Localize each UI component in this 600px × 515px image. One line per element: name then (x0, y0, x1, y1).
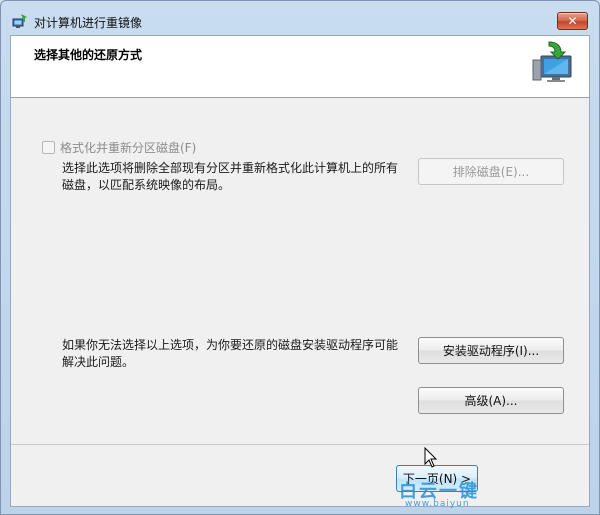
driver-description-line: 如果你无法选择以上选项，为你要还原的磁盘安装驱动程序可能 (62, 338, 399, 352)
format-description-line: 选择此选项将删除全部现有分区并重新格式化此计算机上的所有 (62, 161, 399, 175)
close-button[interactable]: ✕ (557, 12, 588, 30)
watermark-url: www.baiyun (405, 499, 470, 509)
format-disks-label: 格式化并重新分区磁盘(F) (60, 141, 197, 155)
page-header: 选择其他的还原方式 (11, 36, 589, 98)
driver-description: 如果你无法选择以上选项，为你要还原的磁盘安装驱动程序可能 解决此问题。 (62, 337, 398, 371)
format-disks-checkbox (42, 141, 55, 154)
exclude-disks-button: 排除磁盘(E)... (418, 158, 564, 185)
watermark-logo: 白云一键 www.baiyun (399, 477, 509, 511)
driver-description-line: 解决此问题。 (62, 355, 135, 369)
computer-restore-icon (532, 41, 572, 82)
restore-dialog-window: 对计算机进行重镜像 ✕ 选择其他的还原方式 格式化并重新分区磁盘(F) 选择此选… (0, 0, 600, 515)
mouse-cursor-icon (424, 447, 438, 468)
footer-divider (11, 444, 589, 445)
format-description-line: 磁盘，以匹配系统映像的布局。 (62, 178, 231, 192)
page-title: 选择其他的还原方式 (34, 48, 143, 62)
title-bar[interactable]: 对计算机进行重镜像 ✕ (1, 1, 599, 35)
format-disks-option: 格式化并重新分区磁盘(F) (42, 139, 196, 156)
window-title: 对计算机进行重镜像 (34, 16, 143, 30)
backup-app-icon (12, 14, 27, 28)
dialog-content: 选择其他的还原方式 格式化并重新分区磁盘(F) 选择此选项将删除全部现有分区并重… (10, 35, 590, 507)
format-description: 选择此选项将删除全部现有分区并重新格式化此计算机上的所有 磁盘，以匹配系统映像的… (62, 160, 398, 194)
advanced-button[interactable]: 高级(A)... (418, 387, 564, 414)
close-icon: ✕ (567, 14, 578, 28)
install-driver-button[interactable]: 安装驱动程序(I)... (418, 337, 564, 364)
